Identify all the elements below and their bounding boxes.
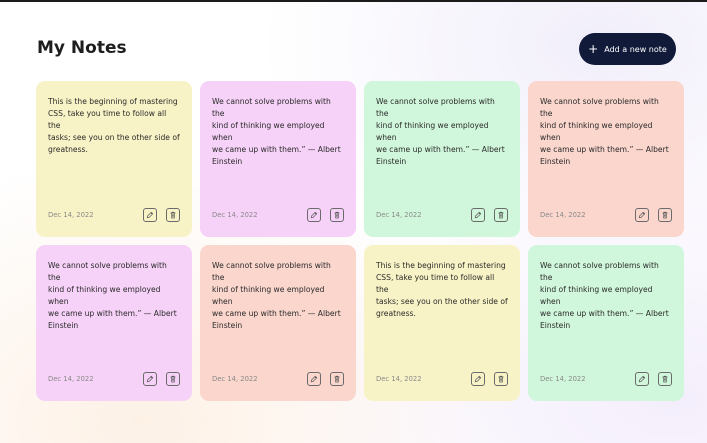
edit-note-button[interactable] — [143, 208, 157, 222]
note-footer: Dec 14, 2022 — [48, 208, 180, 222]
pencil-icon — [474, 375, 482, 383]
plus-icon: + — [588, 41, 599, 56]
trash-icon — [170, 211, 176, 219]
pencil-icon — [638, 211, 646, 219]
add-note-button[interactable]: + Add a new note — [579, 33, 676, 65]
pencil-icon — [474, 211, 482, 219]
top-border — [0, 0, 707, 2]
edit-note-button[interactable] — [471, 208, 485, 222]
note-date: Dec 14, 2022 — [376, 211, 422, 219]
note-card-6: We cannot solve problems with the kind o… — [200, 245, 356, 401]
note-text: We cannot solve problems with the kind o… — [212, 97, 341, 166]
note-text: We cannot solve problems with the kind o… — [376, 97, 505, 166]
note-footer: Dec 14, 2022 — [540, 208, 672, 222]
edit-note-button[interactable] — [635, 372, 649, 386]
note-card-1: This is the beginning of mastering CSS, … — [36, 81, 192, 237]
note-footer: Dec 14, 2022 — [48, 372, 180, 386]
trash-icon — [334, 211, 340, 219]
page-title: My Notes — [37, 38, 127, 58]
edit-note-button[interactable] — [635, 208, 649, 222]
edit-note-button[interactable] — [307, 208, 321, 222]
note-footer: Dec 14, 2022 — [376, 372, 508, 386]
trash-icon — [498, 211, 504, 219]
note-text: This is the beginning of mastering CSS, … — [376, 261, 508, 318]
note-card-2: We cannot solve problems with the kind o… — [200, 81, 356, 237]
pencil-icon — [310, 375, 318, 383]
delete-note-button[interactable] — [658, 208, 672, 222]
note-card-4: We cannot solve problems with the kind o… — [528, 81, 684, 237]
note-footer: Dec 14, 2022 — [376, 208, 508, 222]
note-footer: Dec 14, 2022 — [212, 208, 344, 222]
note-footer: Dec 14, 2022 — [540, 372, 672, 386]
note-text: We cannot solve problems with the kind o… — [48, 261, 177, 330]
note-footer: Dec 14, 2022 — [212, 372, 344, 386]
delete-note-button[interactable] — [166, 208, 180, 222]
delete-note-button[interactable] — [494, 372, 508, 386]
note-text: We cannot solve problems with the kind o… — [540, 261, 669, 330]
note-date: Dec 14, 2022 — [376, 375, 422, 383]
note-date: Dec 14, 2022 — [48, 375, 94, 383]
note-card-7: This is the beginning of mastering CSS, … — [364, 245, 520, 401]
note-text: This is the beginning of mastering CSS, … — [48, 97, 180, 154]
delete-note-button[interactable] — [494, 208, 508, 222]
delete-note-button[interactable] — [166, 372, 180, 386]
notes-grid: This is the beginning of mastering CSS, … — [36, 81, 684, 401]
delete-note-button[interactable] — [658, 372, 672, 386]
note-card-3: We cannot solve problems with the kind o… — [364, 81, 520, 237]
note-date: Dec 14, 2022 — [540, 375, 586, 383]
note-date: Dec 14, 2022 — [212, 375, 258, 383]
note-date: Dec 14, 2022 — [48, 211, 94, 219]
edit-note-button[interactable] — [471, 372, 485, 386]
note-card-5: We cannot solve problems with the kind o… — [36, 245, 192, 401]
trash-icon — [170, 375, 176, 383]
pencil-icon — [146, 375, 154, 383]
note-card-8: We cannot solve problems with the kind o… — [528, 245, 684, 401]
trash-icon — [498, 375, 504, 383]
note-text: We cannot solve problems with the kind o… — [540, 97, 669, 166]
delete-note-button[interactable] — [330, 372, 344, 386]
pencil-icon — [638, 375, 646, 383]
pencil-icon — [146, 211, 154, 219]
add-note-label: Add a new note — [604, 44, 667, 54]
pencil-icon — [310, 211, 318, 219]
note-date: Dec 14, 2022 — [212, 211, 258, 219]
note-text: We cannot solve problems with the kind o… — [212, 261, 341, 330]
edit-note-button[interactable] — [143, 372, 157, 386]
trash-icon — [662, 375, 668, 383]
edit-note-button[interactable] — [307, 372, 321, 386]
trash-icon — [334, 375, 340, 383]
trash-icon — [662, 211, 668, 219]
delete-note-button[interactable] — [330, 208, 344, 222]
note-date: Dec 14, 2022 — [540, 211, 586, 219]
